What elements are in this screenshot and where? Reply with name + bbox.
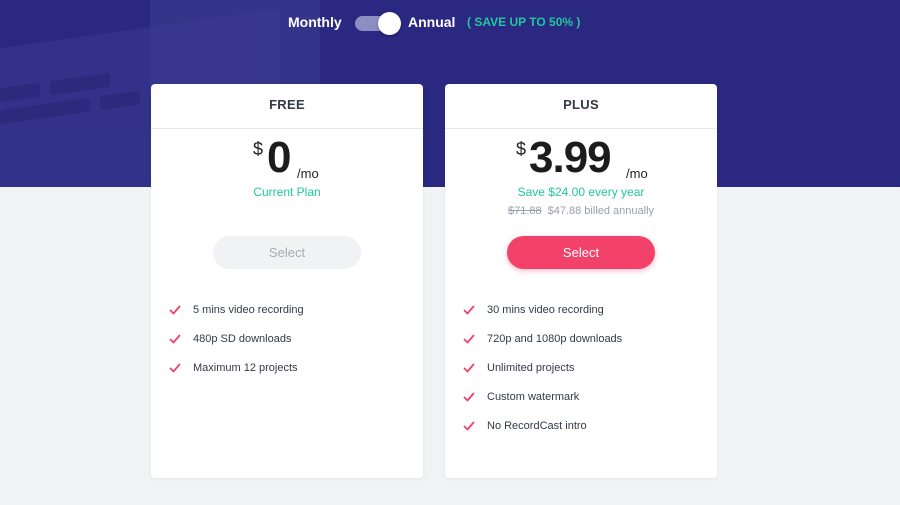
check-icon — [463, 334, 475, 344]
billed-annually-text: $47.88 billed annually — [547, 205, 655, 217]
price-amount: 0 — [267, 133, 292, 182]
price-period: /mo — [626, 166, 648, 181]
savings-note: Save $24.00 every year — [517, 185, 645, 199]
save-note: ( SAVE UP TO 50% ) — [467, 15, 581, 29]
billing-toggle: Monthly Annual ( SAVE UP TO 50% ) — [0, 8, 900, 38]
feature-item: Maximum 12 projects — [169, 360, 304, 389]
currency-symbol: $ — [253, 139, 264, 159]
feature-item: 720p and 1080p downloads — [463, 331, 622, 360]
check-icon — [463, 392, 475, 402]
feature-text: Unlimited projects — [487, 362, 575, 374]
feature-text: Maximum 12 projects — [193, 362, 298, 374]
billing-details: $71.88 $47.88 billed annually — [445, 205, 717, 217]
price-period: /mo — [297, 166, 319, 181]
feature-item: No RecordCast intro — [463, 418, 622, 447]
check-icon — [169, 305, 181, 315]
feature-text: 5 mins video recording — [193, 304, 304, 316]
check-icon — [463, 421, 475, 431]
annual-label[interactable]: Annual — [408, 14, 455, 30]
feature-text: 480p SD downloads — [193, 333, 292, 345]
currency-symbol: $ — [516, 139, 527, 159]
check-icon — [463, 305, 475, 315]
switch-knob[interactable] — [378, 12, 401, 35]
feature-list: 30 mins video recording 720p and 1080p d… — [463, 302, 622, 447]
plan-card-free: FREE $ 0 /mo Current Plan Select 5 mins … — [151, 84, 423, 478]
check-icon — [169, 334, 181, 344]
select-plus-button[interactable]: Select — [507, 236, 655, 269]
price-amount: 3.99 — [529, 133, 612, 182]
feature-item: 30 mins video recording — [463, 302, 622, 331]
feature-item: 5 mins video recording — [169, 302, 304, 331]
plan-name: PLUS — [445, 84, 717, 129]
plan-price: $ 3.99 /mo — [445, 129, 717, 183]
select-free-button[interactable]: Select — [213, 236, 361, 269]
plan-price: $ 0 /mo — [151, 129, 423, 183]
original-price: $71.88 — [507, 205, 542, 217]
feature-text: 30 mins video recording — [487, 304, 604, 316]
feature-text: Custom watermark — [487, 391, 580, 403]
plan-name: FREE — [151, 84, 423, 129]
feature-text: No RecordCast intro — [487, 420, 587, 432]
feature-item: 480p SD downloads — [169, 331, 304, 360]
feature-item: Unlimited projects — [463, 360, 622, 389]
check-icon — [463, 363, 475, 373]
current-plan-label: Current Plan — [253, 185, 321, 199]
feature-list: 5 mins video recording 480p SD downloads… — [169, 302, 304, 389]
plan-card-plus: PLUS $ 3.99 /mo Save $24.00 every year $… — [445, 84, 717, 478]
check-icon — [169, 363, 181, 373]
billing-period-switch[interactable] — [355, 12, 401, 35]
feature-text: 720p and 1080p downloads — [487, 333, 623, 345]
monthly-label[interactable]: Monthly — [288, 14, 342, 30]
feature-item: Custom watermark — [463, 389, 622, 418]
